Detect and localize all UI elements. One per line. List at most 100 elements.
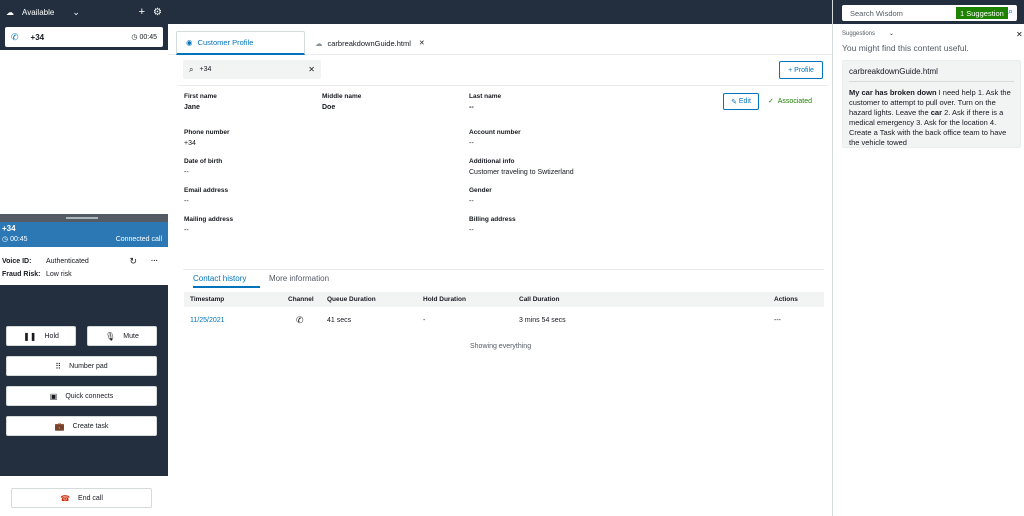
create-task-label: Create task: [72, 422, 109, 430]
quick-connects-button[interactable]: ▣ Quick connects: [6, 386, 157, 406]
wisdom-search-placeholder: Search Wisdom: [850, 8, 903, 18]
tab-customer-profile[interactable]: ◉ Customer Profile: [176, 31, 305, 55]
card-bold-car: car: [930, 108, 942, 117]
email-field: Email address --: [184, 187, 228, 205]
suggestions-label: Suggestions: [842, 31, 876, 37]
connected-number: +34: [2, 224, 16, 233]
clock-icon: ◷: [2, 236, 11, 243]
contact-history-table: Timestamp Channel Queue Duration Hold Du…: [184, 292, 824, 337]
billing-field: Billing address --: [469, 216, 516, 234]
associated-status: ✓ Associated: [768, 98, 813, 105]
add-profile-button[interactable]: + Profile: [779, 61, 823, 79]
card-bold-phrase: My car has broken down: [849, 88, 937, 97]
fraud-risk-value: Low risk: [46, 271, 72, 278]
contact-timer: ◷ 00:45: [131, 34, 157, 41]
chevron-down-icon[interactable]: ⌄: [72, 7, 80, 18]
number-pad-label: Number pad: [69, 362, 108, 370]
phone-label: Phone number: [184, 129, 230, 136]
hold-button[interactable]: ❚❚ Hold: [6, 326, 76, 346]
clear-search-icon[interactable]: ✕: [308, 65, 315, 74]
chevron-down-icon[interactable]: ⌄: [889, 30, 894, 37]
mailing-value: --: [184, 227, 189, 234]
additional-info-value: Customer traveling to Swtizerland: [469, 169, 574, 176]
additional-info-label: Additional info: [469, 158, 515, 165]
table-footer: Showing everything: [470, 343, 532, 350]
refresh-icon[interactable]: ↻: [129, 256, 137, 267]
last-name-label: Last name: [469, 93, 502, 100]
connected-timer: 00:45: [10, 235, 28, 243]
search-icon: ⌕: [189, 64, 194, 74]
dob-value: --: [184, 169, 189, 176]
close-tab-icon[interactable]: ✕: [419, 39, 425, 47]
call-duration-value: 3 mins 54 secs: [519, 317, 566, 324]
suggestion-card[interactable]: carbreakdownGuide.html My car has broken…: [842, 60, 1021, 148]
account-value: --: [469, 140, 474, 147]
caller-info: Voice ID: Authenticated ↻ ··· Fraud Risk…: [0, 247, 168, 285]
row-actions[interactable]: ---: [774, 317, 781, 324]
wisdom-top-bar: Search Wisdom 1 Suggestion ⌕: [833, 0, 1024, 24]
agent-status[interactable]: Available: [22, 8, 54, 17]
table-row[interactable]: 11/25/2021 ✆ 41 secs - 3 mins 54 secs --…: [184, 307, 824, 337]
cloud-phone-icon: ☁: [6, 7, 14, 17]
tab-customer-profile-label: Customer Profile: [197, 38, 254, 47]
first-name-field: First name Jane: [184, 93, 217, 111]
tab-guide[interactable]: ☁ carbreakdownGuide.html ✕: [306, 31, 434, 55]
create-task-button[interactable]: 💼 Create task: [6, 416, 157, 436]
phone-value: +34: [184, 140, 196, 147]
gender-value: --: [469, 198, 474, 205]
close-icon[interactable]: ✕: [1016, 30, 1023, 39]
add-icon[interactable]: +: [139, 6, 145, 18]
phone-channel-icon: ✆: [296, 315, 304, 325]
resize-grip[interactable]: [66, 217, 98, 219]
contacts-icon: ▣: [49, 391, 58, 401]
suggestion-card-body: My car has broken down I need help 1. As…: [849, 88, 1014, 148]
contact-card[interactable]: ✆ +34 ◷ 00:45: [5, 27, 163, 47]
additional-info-field: Additional info Customer traveling to Sw…: [469, 158, 574, 176]
profile-search-input[interactable]: ⌕ +34 ✕: [183, 60, 321, 79]
phone-icon: ✆: [11, 31, 19, 42]
wisdom-search-input[interactable]: Search Wisdom 1 Suggestion ⌕: [842, 5, 1017, 21]
col-timestamp: Timestamp: [190, 296, 225, 303]
search-icon[interactable]: ⌕: [1008, 6, 1013, 17]
fraud-risk-label: Fraud Risk:: [2, 271, 41, 278]
edit-button[interactable]: ✎ Edit: [723, 93, 759, 110]
gear-icon[interactable]: ⚙: [153, 7, 162, 18]
timestamp-link[interactable]: 11/25/2021: [190, 317, 225, 324]
first-name-label: First name: [184, 93, 217, 100]
ccp-header: ☁ Available ⌄ + ⚙: [0, 0, 168, 24]
voice-id-value: Authenticated: [46, 258, 89, 265]
contact-number: +34: [30, 32, 45, 42]
resize-divider[interactable]: [0, 214, 168, 222]
suggestion-badge[interactable]: 1 Suggestion: [956, 7, 1008, 19]
history-tabs: Contact history More information: [183, 269, 824, 289]
email-value: --: [184, 198, 189, 205]
hangup-icon: ☎: [60, 493, 71, 503]
quick-connects-label: Quick connects: [65, 392, 114, 400]
middle-name-label: Middle name: [322, 93, 362, 100]
hold-label: Hold: [44, 332, 59, 340]
more-icon[interactable]: ···: [151, 258, 158, 265]
top-bar: [168, 0, 832, 24]
tab-more-information[interactable]: More information: [269, 274, 329, 283]
number-pad-button[interactable]: ⠿ Number pad: [6, 356, 157, 376]
search-value: +34: [199, 66, 212, 73]
last-name-value: --: [469, 104, 474, 111]
table-header: Timestamp Channel Queue Duration Hold Du…: [184, 292, 824, 307]
cloud-icon: ☁: [315, 38, 323, 48]
pause-icon: ❚❚: [23, 331, 37, 341]
first-name-value: Jane: [184, 104, 200, 111]
last-name-field: Last name --: [469, 93, 501, 111]
mute-label: Mute: [123, 332, 139, 340]
tab-bar: ◉ Customer Profile ☁ carbreakdownGuide.h…: [168, 31, 832, 55]
tab-contact-history[interactable]: Contact history: [193, 274, 260, 288]
connected-call-bar: +34 ◷ 00:45 Connected call: [0, 222, 168, 247]
keypad-icon: ⠿: [55, 361, 62, 371]
briefcase-icon: 💼: [54, 421, 65, 431]
dob-field: Date of birth --: [184, 158, 222, 176]
end-call-label: End call: [78, 494, 103, 502]
email-label: Email address: [184, 187, 229, 194]
ccp-actions: ❚❚ Hold 🎙 Mute ⠿ Number pad ▣ Quick connects…: [0, 285, 168, 475]
end-call-button[interactable]: ☎ End call: [11, 488, 152, 508]
mute-button[interactable]: 🎙 Mute: [87, 326, 157, 346]
middle-name-field: Middle name Doe: [322, 93, 361, 111]
